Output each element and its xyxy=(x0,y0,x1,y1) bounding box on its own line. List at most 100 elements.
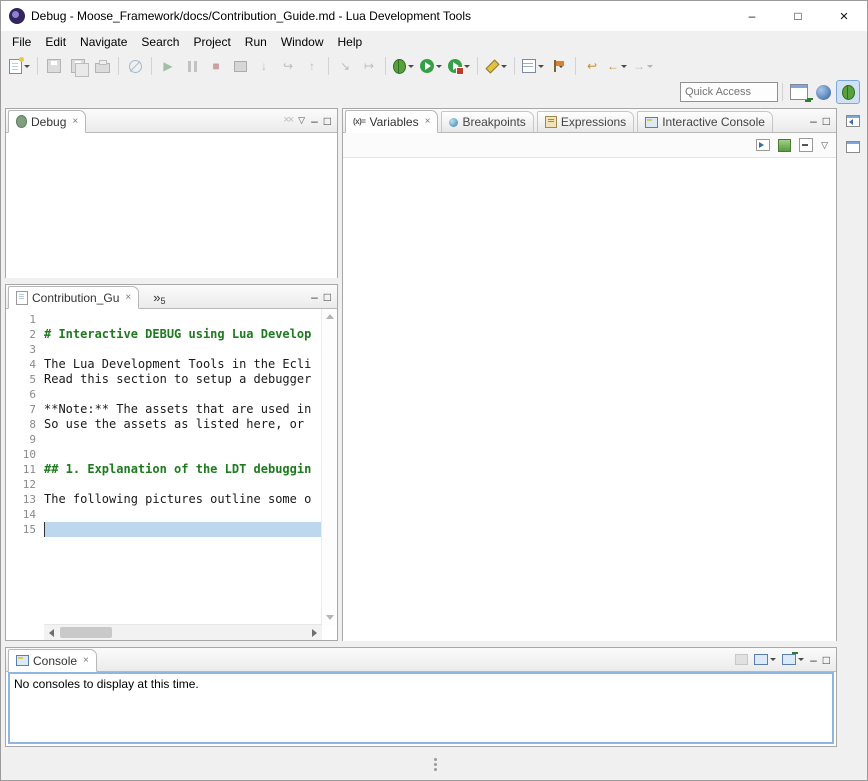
editor-line: 3 xyxy=(6,342,322,357)
last-edit-location-button[interactable]: ↩ xyxy=(581,55,603,77)
step-return-button[interactable]: ↑ xyxy=(301,55,323,77)
menu-navigate[interactable]: Navigate xyxy=(73,33,134,51)
suspend-button[interactable] xyxy=(181,55,203,77)
editor-vertical-scrollbar[interactable] xyxy=(321,309,337,625)
step-into-button[interactable]: ↓ xyxy=(253,55,275,77)
console-icon xyxy=(16,655,29,666)
tab-variables-close-icon[interactable]: × xyxy=(425,116,431,127)
menu-edit[interactable]: Edit xyxy=(38,33,73,51)
minimize-button[interactable]: – xyxy=(729,1,775,31)
display-console-button[interactable] xyxy=(754,654,776,665)
open-perspective-icon xyxy=(790,84,808,100)
minimized-view-button[interactable] xyxy=(844,138,862,156)
drop-to-frame-button[interactable]: ↘ xyxy=(334,55,356,77)
scroll-left-icon[interactable] xyxy=(49,629,54,637)
editor-tab-overflow[interactable]: »5 xyxy=(147,288,171,308)
editor-content[interactable]: 1 2# Interactive DEBUG using Lua Develop… xyxy=(6,309,337,640)
search-marker-button[interactable] xyxy=(548,55,570,77)
tab-contribution-guide[interactable]: Contribution_Gu × xyxy=(8,286,139,309)
console-toolbar: – □ xyxy=(735,654,836,666)
tab-console[interactable]: Console × xyxy=(8,649,97,672)
minimize-view-icon[interactable]: – xyxy=(311,291,318,303)
save-all-button[interactable] xyxy=(67,55,89,77)
step-filters-button[interactable]: ↦ xyxy=(358,55,380,77)
console-content[interactable]: No consoles to display at this time. xyxy=(8,672,834,744)
back-button[interactable]: ← xyxy=(605,55,629,77)
line-number: 11 xyxy=(6,462,44,477)
editor-horizontal-scrollbar[interactable] xyxy=(44,624,322,640)
minimize-view-icon[interactable]: – xyxy=(810,654,817,666)
drop-to-frame-icon: ↘ xyxy=(340,60,350,72)
line-number: 15 xyxy=(6,522,44,537)
pin-console-icon[interactable] xyxy=(735,654,748,665)
maximize-view-icon[interactable]: □ xyxy=(823,654,830,666)
step-over-button[interactable]: ↪ xyxy=(277,55,299,77)
tab-debug-close-icon[interactable]: × xyxy=(72,116,78,127)
ldt-perspective-button[interactable] xyxy=(812,81,834,103)
print-button[interactable] xyxy=(91,55,113,77)
skip-breakpoints-icon xyxy=(129,60,142,73)
open-element-button[interactable] xyxy=(520,55,546,77)
restore-view-button[interactable] xyxy=(844,112,862,130)
main-toolbar: ▶ ■ ↓ ↪ ↑ ↘ ↦ ↩ ← → xyxy=(1,53,867,79)
step-return-icon: ↑ xyxy=(309,60,315,72)
resume-button[interactable]: ▶ xyxy=(157,55,179,77)
menu-help[interactable]: Help xyxy=(331,33,370,51)
flag-icon xyxy=(554,60,556,72)
maximize-view-icon[interactable]: □ xyxy=(324,291,331,303)
remove-terminated-icon[interactable]: ×× xyxy=(283,115,292,126)
forward-button[interactable]: → xyxy=(631,55,655,77)
scrollbar-thumb[interactable] xyxy=(60,627,112,638)
save-button[interactable] xyxy=(43,55,65,77)
menu-window[interactable]: Window xyxy=(274,33,331,51)
debug-button[interactable] xyxy=(391,55,416,77)
editor-current-line: 15 xyxy=(6,522,322,537)
scroll-up-icon[interactable] xyxy=(326,314,334,319)
terminate-button[interactable]: ■ xyxy=(205,55,227,77)
scroll-down-icon[interactable] xyxy=(326,615,334,620)
line-text xyxy=(44,432,322,447)
disconnect-button[interactable] xyxy=(229,55,251,77)
collapse-all-icon[interactable] xyxy=(799,138,813,152)
minimize-icon: – xyxy=(749,10,756,22)
trim-drag-handle[interactable] xyxy=(434,758,437,772)
menu-run[interactable]: Run xyxy=(238,33,274,51)
view-menu-icon[interactable]: ▽ xyxy=(298,115,305,126)
line-text: **Note:** The assets that are used in xyxy=(44,402,322,417)
minimize-view-icon[interactable]: – xyxy=(311,115,318,127)
line-number: 8 xyxy=(6,417,44,432)
scroll-right-icon[interactable] xyxy=(312,629,317,637)
tab-variables[interactable]: (x)= Variables × xyxy=(345,110,438,133)
close-button[interactable]: × xyxy=(821,1,867,31)
new-wizard-button[interactable] xyxy=(7,55,32,77)
run-button[interactable] xyxy=(418,55,444,77)
line-text xyxy=(44,447,322,462)
tab-editor-close-icon[interactable]: × xyxy=(125,292,131,303)
tab-console-close-icon[interactable]: × xyxy=(83,655,89,666)
tab-expressions-label: Expressions xyxy=(561,115,626,129)
open-perspective-button[interactable] xyxy=(788,81,810,103)
debug-perspective-button[interactable] xyxy=(836,80,860,104)
minimize-view-icon[interactable]: – xyxy=(810,115,817,127)
mark-occurrences-button[interactable] xyxy=(483,55,509,77)
step-filters-icon: ↦ xyxy=(364,60,374,72)
maximize-button[interactable]: □ xyxy=(775,1,821,31)
tab-expressions[interactable]: Expressions xyxy=(537,111,634,132)
menu-project[interactable]: Project xyxy=(186,33,237,51)
quick-access-input[interactable] xyxy=(680,82,778,102)
console-panel: Console × – □ No consoles to display at … xyxy=(5,647,837,747)
tab-interactive-console[interactable]: Interactive Console xyxy=(637,111,773,132)
debug-view-toolbar: ×× ▽ – □ xyxy=(283,115,337,127)
show-logical-structures-icon[interactable] xyxy=(756,139,770,151)
tab-debug[interactable]: Debug × xyxy=(8,110,86,133)
menu-search[interactable]: Search xyxy=(134,33,186,51)
tab-breakpoints[interactable]: Breakpoints xyxy=(441,111,533,132)
external-tools-button[interactable] xyxy=(446,55,472,77)
view-menu-icon[interactable]: ▽ xyxy=(821,140,828,151)
menu-file[interactable]: File xyxy=(5,33,38,51)
maximize-view-icon[interactable]: □ xyxy=(324,115,331,127)
maximize-view-icon[interactable]: □ xyxy=(823,115,830,127)
skip-breakpoints-button[interactable] xyxy=(124,55,146,77)
show-type-names-icon[interactable] xyxy=(778,139,791,152)
open-console-button[interactable] xyxy=(782,654,804,665)
